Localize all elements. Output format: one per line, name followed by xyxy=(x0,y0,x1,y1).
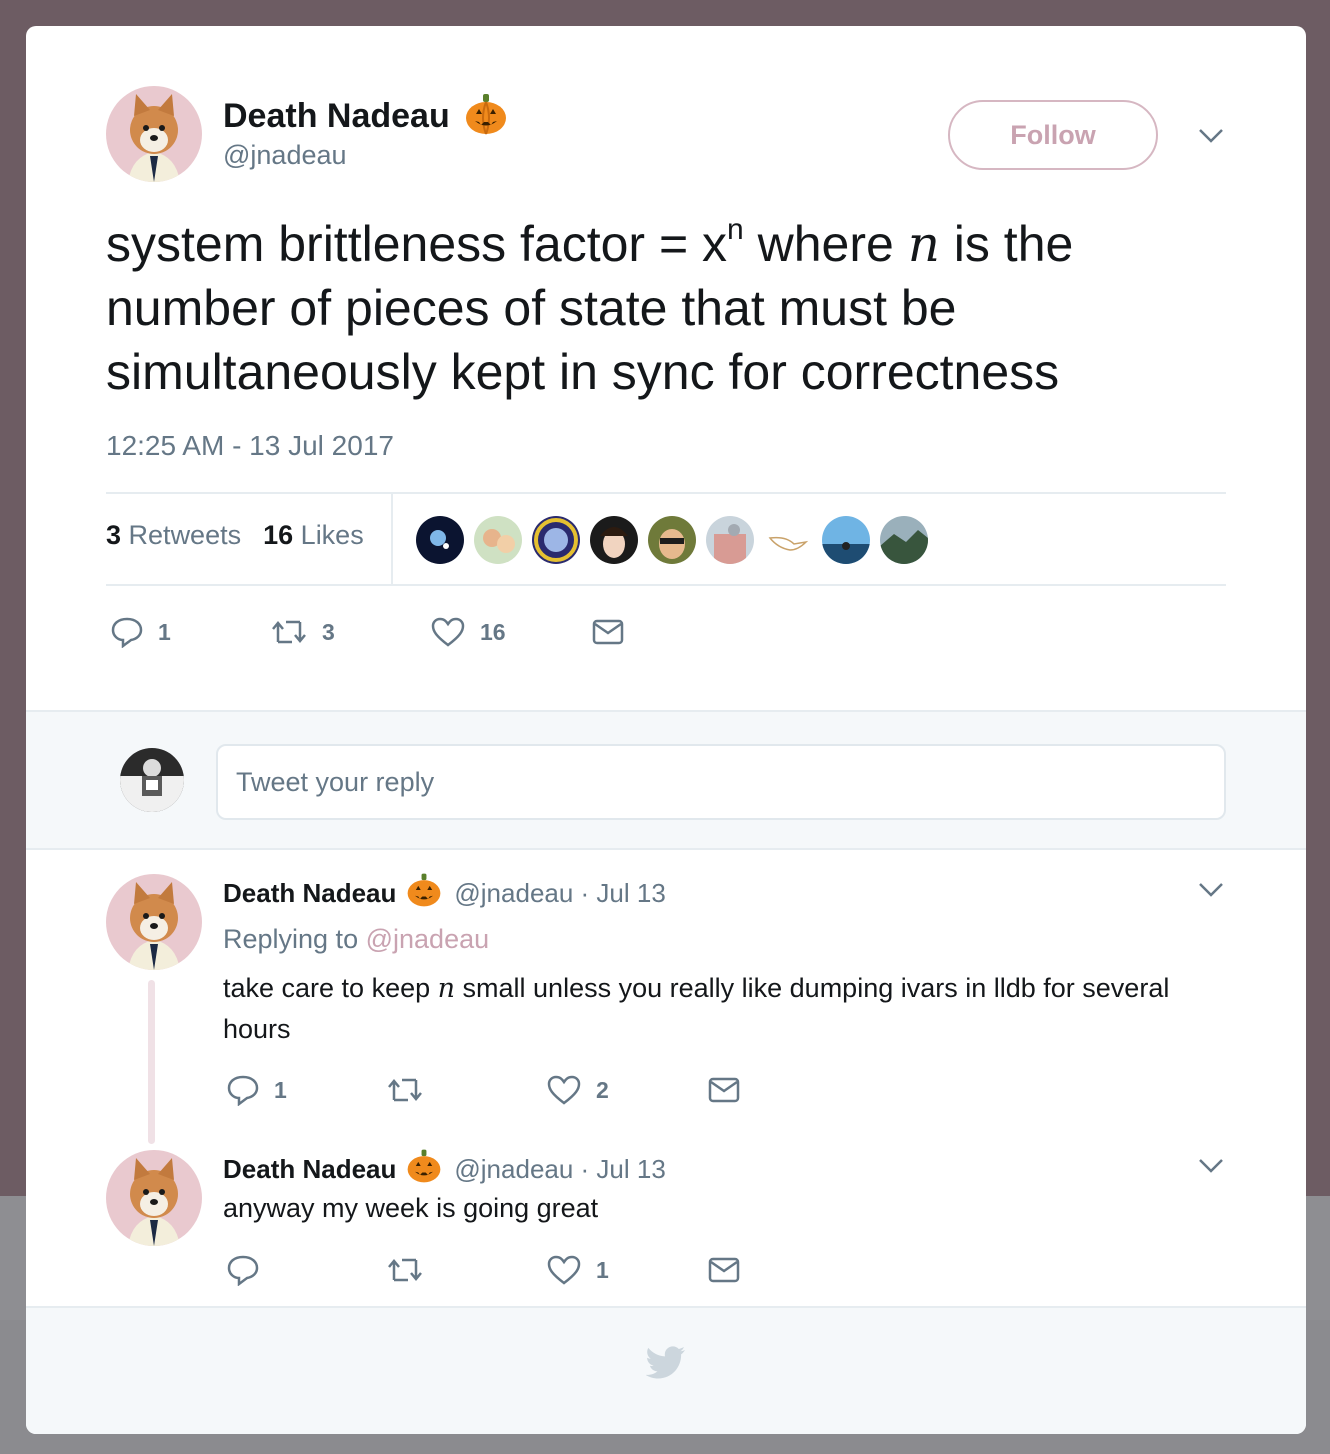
reply-header: Death Nadeau @jnadeau · Jul 13 xyxy=(223,1148,666,1191)
author-name-row: Death Nadeau xyxy=(223,92,508,141)
likers-avatars xyxy=(416,516,928,564)
liker-avatar[interactable] xyxy=(474,516,522,564)
retweet-icon xyxy=(388,1258,422,1282)
pumpkin-emoji-icon xyxy=(406,872,442,915)
pumpkin-emoji-icon xyxy=(464,92,508,141)
reply-compose: Tweet your reply xyxy=(26,710,1306,850)
follow-button[interactable]: Follow xyxy=(948,100,1158,170)
liker-avatar[interactable] xyxy=(822,516,870,564)
liker-avatar[interactable] xyxy=(590,516,638,564)
reply-icon xyxy=(111,617,143,648)
reply-handle-date[interactable]: @jnadeau · Jul 13 xyxy=(454,1154,665,1185)
liker-avatar[interactable] xyxy=(532,516,580,564)
chevron-down-icon[interactable] xyxy=(1198,882,1224,898)
retweets-stat[interactable]: 3 Retweets xyxy=(106,520,241,551)
replying-to: Replying to @jnadeau xyxy=(223,924,490,954)
retweet-icon xyxy=(272,620,306,644)
liker-avatar[interactable] xyxy=(706,516,754,564)
card-footer xyxy=(26,1306,1306,1434)
tweet-timestamp[interactable]: 12:25 AM - 13 Jul 2017 xyxy=(106,430,394,462)
envelope-icon xyxy=(708,1257,740,1283)
likes-stat[interactable]: 16 Likes xyxy=(263,520,364,551)
like-action[interactable]: 1 xyxy=(546,1254,609,1286)
divider xyxy=(106,584,1226,586)
liker-avatar[interactable] xyxy=(648,516,696,564)
envelope-icon xyxy=(708,1077,740,1103)
retweet-action[interactable]: 3 xyxy=(270,618,335,646)
reply-header: Death Nadeau @jnadeau · Jul 13 xyxy=(223,872,666,915)
like-action[interactable]: 2 xyxy=(546,1074,609,1106)
direct-message-action[interactable] xyxy=(592,618,624,646)
reply-action[interactable]: 1 xyxy=(226,1074,287,1106)
reply-author-name[interactable]: Death Nadeau xyxy=(223,878,396,909)
heart-icon xyxy=(547,1075,581,1105)
reply-action[interactable]: 1 xyxy=(110,616,171,648)
reply-icon xyxy=(227,1075,259,1106)
divider-vertical xyxy=(391,494,393,586)
reply-handle-date[interactable]: @jnadeau · Jul 13 xyxy=(454,878,665,909)
divider xyxy=(106,492,1226,494)
tweet-superscript: n xyxy=(727,213,744,246)
reply-author-name[interactable]: Death Nadeau xyxy=(223,1154,396,1185)
current-user-avatar[interactable] xyxy=(120,748,184,812)
retweet-icon xyxy=(388,1078,422,1102)
tweet-variable: n xyxy=(907,215,940,273)
heart-icon xyxy=(547,1255,581,1285)
retweet-action[interactable] xyxy=(386,1256,438,1284)
liker-avatar[interactable] xyxy=(416,516,464,564)
replying-to-link[interactable]: @jnadeau xyxy=(366,924,490,954)
tweet-card: Death Nadeau @jnadeau Follow system brit… xyxy=(26,26,1306,1434)
reply-action[interactable] xyxy=(226,1254,274,1286)
direct-message-action[interactable] xyxy=(708,1256,740,1284)
reply-author-avatar[interactable] xyxy=(106,874,202,970)
tweet-text-part: where xyxy=(743,216,908,272)
twitter-bird-icon[interactable] xyxy=(645,1346,686,1385)
retweet-action[interactable] xyxy=(386,1076,438,1104)
pumpkin-emoji-icon xyxy=(406,1148,442,1191)
tweet-stats: 3 Retweets 16 Likes xyxy=(106,520,364,551)
liker-avatar[interactable] xyxy=(880,516,928,564)
like-action[interactable]: 16 xyxy=(430,616,506,648)
reply-text: take care to keep n small unless you rea… xyxy=(223,973,1170,1044)
author-name[interactable]: Death Nadeau xyxy=(223,97,450,136)
chevron-down-icon[interactable] xyxy=(1198,1158,1224,1174)
chevron-down-icon[interactable] xyxy=(1198,128,1224,144)
reply-author-avatar[interactable] xyxy=(106,1150,202,1246)
liker-avatar[interactable] xyxy=(764,516,812,564)
reply-input[interactable]: Tweet your reply xyxy=(216,744,1226,820)
thread-connector xyxy=(148,980,155,1144)
tweet-text: system brittleness factor = xn where n i… xyxy=(106,212,1226,404)
tweet-text-part: system brittleness factor = x xyxy=(106,216,728,272)
direct-message-action[interactable] xyxy=(708,1076,740,1104)
author-handle[interactable]: @jnadeau xyxy=(223,140,347,171)
heart-icon xyxy=(431,617,465,647)
envelope-icon xyxy=(592,619,624,645)
author-avatar[interactable] xyxy=(106,86,202,182)
reply-icon xyxy=(227,1255,259,1286)
reply-text: anyway my week is going great xyxy=(223,1193,599,1223)
